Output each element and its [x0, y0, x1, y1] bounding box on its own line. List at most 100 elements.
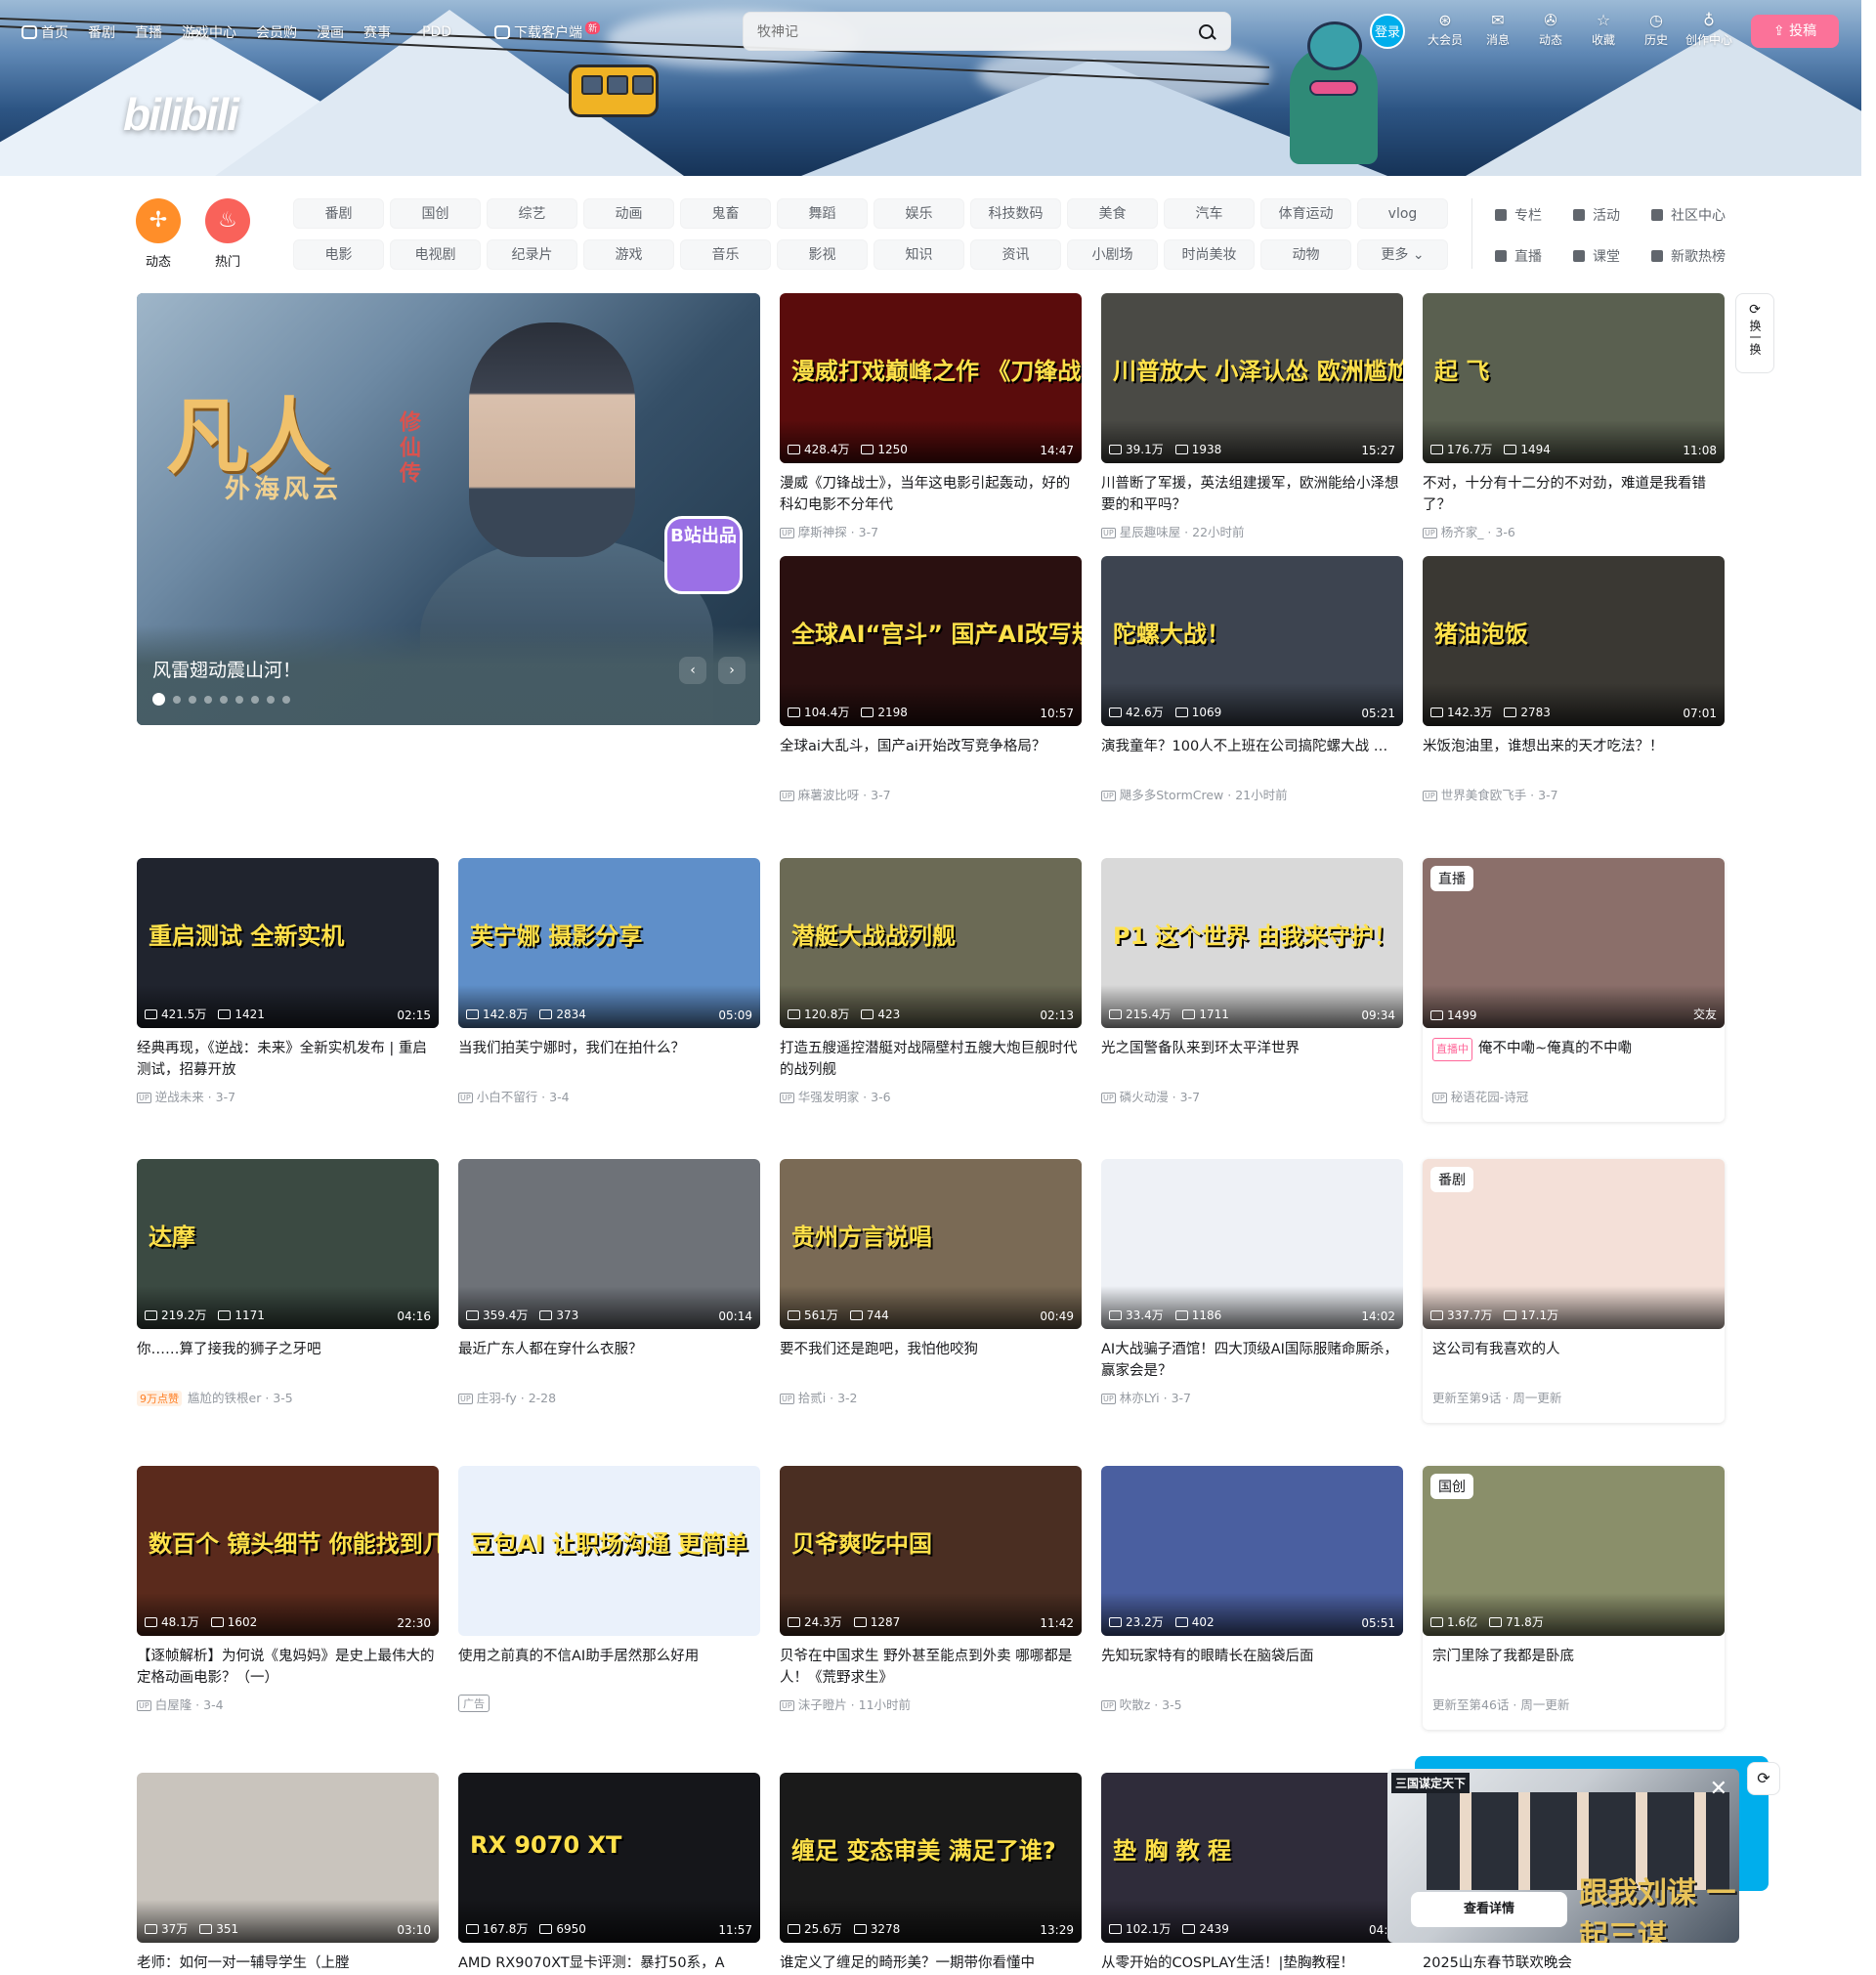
uploader[interactable]: UP 逆战未来 — [137, 1090, 204, 1104]
uploader[interactable]: UP 白屋隆 — [137, 1697, 192, 1712]
video-card[interactable]: 359.4万 373 00:14 最近广东人都在穿什么衣服？ UP 庄羽-fy · 2-2… — [458, 1159, 760, 1406]
video-title[interactable]: 这公司有我喜欢的人 — [1432, 1339, 1715, 1382]
uploader[interactable]: UP 星辰趣味屋 — [1101, 525, 1180, 539]
video-title[interactable]: 全球ai大乱斗，国产ai开始改写竞争格局？ — [780, 736, 1082, 779]
side-link[interactable]: 新歌热榜 — [1651, 246, 1769, 266]
video-card[interactable]: 豆包AI 让职场沟通 更简单 使用之前真的不信AI助手居然那么好用 广告 — [458, 1466, 760, 1712]
video-title[interactable]: 当我们拍芙宁娜时，我们在拍什么？ — [458, 1038, 760, 1081]
carousel-next-icon[interactable]: › — [718, 657, 746, 684]
video-thumbnail[interactable]: 起 飞 176.7万 1494 11:08 — [1423, 293, 1725, 463]
carousel-dot[interactable] — [267, 695, 275, 704]
category-pill[interactable]: 更多 ⌄ — [1357, 239, 1448, 270]
category-pill[interactable]: 番剧 — [293, 198, 384, 229]
video-thumbnail[interactable]: 番剧 337.7万 17.1万 — [1423, 1159, 1725, 1329]
category-pill[interactable]: 科技数码 — [970, 198, 1061, 229]
category-pill[interactable]: 舞蹈 — [777, 198, 868, 229]
video-title[interactable]: 直播中 俺不中嘞~俺真的不中嘞 — [1432, 1038, 1715, 1081]
carousel-prev-icon[interactable]: ‹ — [679, 657, 706, 684]
video-thumbnail[interactable]: 直播 1499 交友 — [1423, 858, 1725, 1028]
nav-download-client[interactable]: 下载客户端新 — [494, 21, 601, 42]
game-ad[interactable]: 三国谋定天下 跟我刘谋 一起三谋 ✕ 查看详情 — [1387, 1769, 1739, 1943]
side-link[interactable]: 社区中心 — [1651, 205, 1769, 225]
video-thumbnail[interactable]: 重启测试 全新实机 421.5万 1421 02:15 — [137, 858, 439, 1028]
hero-carousel[interactable]: 凡人 外海风云 修仙传 B站出品 风雷翅动震山河！ ‹ › — [137, 293, 760, 725]
video-card[interactable]: 缠足 变态审美 满足了谁? 25.6万 3278 13:29 谁定义了缠足的畸形美？一期… — [780, 1773, 1082, 1975]
video-title[interactable]: 经典再现，《逆战：未来》全新实机发布 | 重启测试，招募开放 — [137, 1038, 439, 1081]
video-title[interactable]: 从零开始的COSPLAY生活！|垫胸教程！ — [1101, 1953, 1403, 1975]
uploader[interactable]: UP 庄羽-fy — [458, 1391, 517, 1405]
category-pill[interactable]: 资讯 — [970, 239, 1061, 270]
carousel-dot[interactable] — [204, 695, 212, 704]
vip-entry[interactable]: ⊛ 大会员 — [1419, 12, 1471, 48]
search-icon[interactable] — [1193, 19, 1220, 46]
video-card[interactable]: 全球AI“宫斗” 国产AI改写规则 104.4万 2198 10:57 全球ai大乱斗，… — [780, 556, 1082, 803]
video-card[interactable]: 33.4万 1186 14:02 AI大战骗子酒馆！四大顶级AI国际服赌命厮杀，赢家会… — [1101, 1159, 1403, 1406]
video-thumbnail[interactable]: 33.4万 1186 14:02 — [1101, 1159, 1403, 1329]
category-pill[interactable]: 鬼畜 — [680, 198, 771, 229]
message-entry[interactable]: ✉ 消息 — [1471, 12, 1524, 48]
video-thumbnail[interactable]: 贵州方言说唱 561万 744 00:49 — [780, 1159, 1082, 1329]
video-title[interactable]: 漫威《刀锋战士》，当年这电影引起轰动，好的科幻电影不分年代 — [780, 473, 1082, 516]
category-pill[interactable]: 汽车 — [1164, 198, 1255, 229]
login-button[interactable]: 登录 — [1370, 14, 1405, 49]
video-title[interactable]: 2025山东春节联欢晚会 — [1423, 1953, 1725, 1975]
category-pill[interactable]: 游戏 — [583, 239, 674, 270]
nav-game-center[interactable]: 游戏中心 — [182, 22, 236, 42]
video-thumbnail[interactable]: 豆包AI 让职场沟通 更简单 — [458, 1466, 760, 1636]
video-title[interactable]: 【逐帧解析】为何说《鬼妈妈》是史上最伟大的定格动画电影？（一） — [137, 1646, 439, 1689]
video-title[interactable]: 你……算了接我的狮子之牙吧 — [137, 1339, 439, 1382]
dynamic-entry[interactable]: ✇ 动态 — [1524, 12, 1577, 48]
video-card[interactable]: 番剧 337.7万 17.1万 这公司有我喜欢的人 更新至第9话 · 周一更新 — [1423, 1159, 1725, 1423]
video-thumbnail[interactable]: P1 这个世界 由我来守护！ 215.4万 1711 09:34 — [1101, 858, 1403, 1028]
video-thumbnail[interactable]: 漫威打戏巅峰之作 《刀锋战士》 428.4万 1250 14:47 — [780, 293, 1082, 463]
video-card[interactable]: 贵州方言说唱 561万 744 00:49 要不我们还是跑吧，我怕他咬狗 UP 拾贰i · … — [780, 1159, 1082, 1406]
video-thumbnail[interactable]: RX 9070 XT 167.8万 6950 11:57 — [458, 1773, 760, 1943]
category-pill[interactable]: 国创 — [390, 198, 481, 229]
video-title[interactable]: 老师：如何一对一辅导学生（上膛 — [137, 1953, 439, 1975]
carousel-dot[interactable] — [251, 695, 259, 704]
video-title[interactable]: 光之国警备队来到环太平洋世界 — [1101, 1038, 1403, 1081]
favorite-entry[interactable]: ☆ 收藏 — [1577, 12, 1630, 48]
uploader[interactable]: UP 沫子瞪片 — [780, 1697, 847, 1712]
video-thumbnail[interactable]: 潜艇大战战列舰 120.8万 423 02:13 — [780, 858, 1082, 1028]
carousel-caption[interactable]: 风雷翅动震山河！ — [152, 656, 301, 682]
video-title[interactable]: 使用之前真的不信AI助手居然那么好用 — [458, 1646, 760, 1689]
video-card[interactable]: 起 飞 176.7万 1494 11:08 不对，十分有十二分的不对劲，难道是我看错了？… — [1423, 293, 1725, 540]
category-pill[interactable]: 音乐 — [680, 239, 771, 270]
ad-close-icon[interactable]: ✕ — [1710, 1777, 1727, 1801]
video-title[interactable]: 演我童年？100人不上班在公司搞陀螺大战 … — [1101, 736, 1403, 779]
carousel-dot[interactable] — [152, 693, 165, 706]
uploader[interactable]: UP 麻薯波比呀 — [780, 788, 859, 802]
uploader[interactable]: UP 飓多多StormCrew — [1101, 788, 1223, 802]
category-pill[interactable]: 纪录片 — [487, 239, 577, 270]
video-card[interactable]: 猪油泡饭 142.3万 2783 07:01 米饭泡油里，谁想出来的天才吃法？！ UP 世界… — [1423, 556, 1725, 803]
video-card[interactable]: 23.2万 402 05:51 先知玩家特有的眼睛长在脑袋后面 UP 吹散z · 3-5 — [1101, 1466, 1403, 1713]
video-title[interactable]: 要不我们还是跑吧，我怕他咬狗 — [780, 1339, 1082, 1382]
video-card[interactable]: P1 这个世界 由我来守护！ 215.4万 1711 09:34 光之国警备队来到环太平… — [1101, 858, 1403, 1105]
video-title[interactable]: AI大战骗子酒馆！四大顶级AI国际服赌命厮杀，赢家会是？ — [1101, 1339, 1403, 1382]
category-pill[interactable]: 综艺 — [487, 198, 577, 229]
nav-live[interactable]: 直播 — [135, 22, 162, 42]
video-card[interactable]: 重启测试 全新实机 421.5万 1421 02:15 经典再现，《逆战：未来》全新实机… — [137, 858, 439, 1105]
video-thumbnail[interactable]: 数百个 镜头细节 你能找到几处? 48.1万 1602 22:30 — [137, 1466, 439, 1636]
carousel-dot[interactable] — [235, 695, 243, 704]
video-card[interactable]: 37万 351 03:10 老师：如何一对一辅导学生（上膛 — [137, 1773, 439, 1975]
video-card[interactable]: RX 9070 XT 167.8万 6950 11:57 AMD RX9070XT显卡评… — [458, 1773, 760, 1975]
video-thumbnail[interactable]: 陀螺大战！ 42.6万 1069 05:21 — [1101, 556, 1403, 726]
video-card[interactable]: 直播 1499 交友 直播中 俺不中嘞~俺真的不中嘞 UP 秘语花园-诗冠 — [1423, 858, 1725, 1122]
video-thumbnail[interactable]: 猪油泡饭 142.3万 2783 07:01 — [1423, 556, 1725, 726]
history-entry[interactable]: ◷ 历史 — [1630, 12, 1683, 48]
uploader[interactable]: UP 林亦LYi — [1101, 1391, 1160, 1405]
ad-detail-button[interactable]: 查看详情 — [1411, 1892, 1567, 1927]
video-card[interactable]: 川普放大 小泽认怂 欧洲尴尬 39.1万 1938 15:27 川普断了军援，英法组建援… — [1101, 293, 1403, 540]
video-thumbnail[interactable]: 全球AI“宫斗” 国产AI改写规则 104.4万 2198 10:57 — [780, 556, 1082, 726]
video-thumbnail[interactable]: 359.4万 373 00:14 — [458, 1159, 760, 1329]
video-title[interactable]: 贝爷在中国求生 野外甚至能点到外卖 哪哪都是人！《荒野求生》 — [780, 1646, 1082, 1689]
creator-entry[interactable]: ♁ 创作中心 — [1683, 12, 1735, 48]
video-title[interactable]: 打造五艘遥控潜艇对战隔壁村五艘大炮巨舰时代的战列舰 — [780, 1038, 1082, 1081]
video-card[interactable]: 贝爷爽吃中国 24.3万 1287 11:42 贝爷在中国求生 野外甚至能点到外卖 哪哪… — [780, 1466, 1082, 1713]
video-card[interactable]: 漫威打戏巅峰之作 《刀锋战士》 428.4万 1250 14:47 漫威《刀锋战士》，当… — [780, 293, 1082, 540]
uploader[interactable]: UP 杨齐家_ — [1423, 525, 1483, 539]
nav-mall[interactable]: 会员购 — [256, 22, 297, 42]
category-pill[interactable]: vlog — [1357, 198, 1448, 229]
